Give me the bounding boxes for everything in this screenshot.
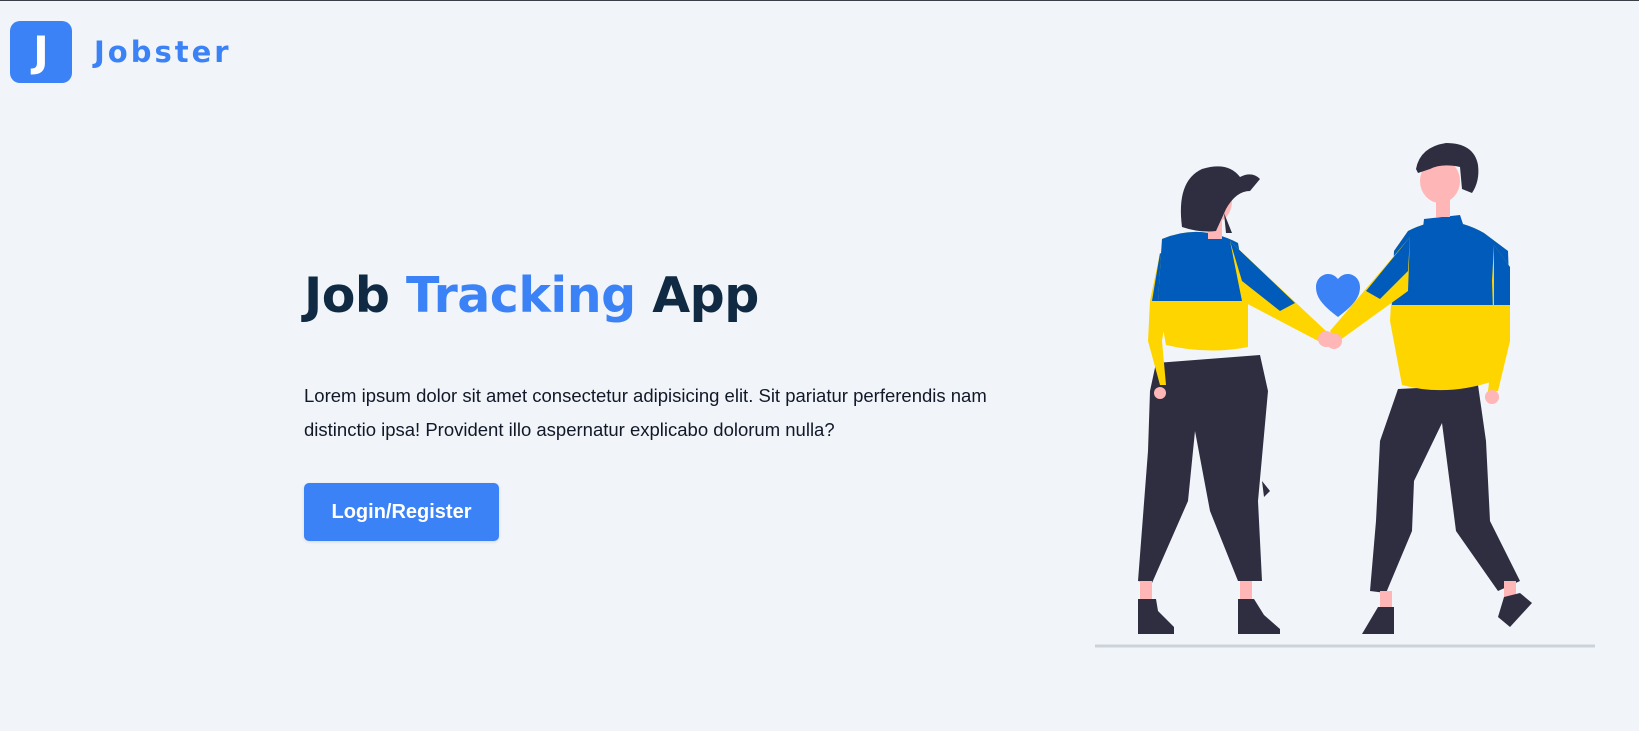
login-register-button[interactable]: Login/Register (304, 483, 499, 541)
logo-text[interactable]: Jobster (94, 35, 232, 69)
hero-info: Job Tracking App Lorem ipsum dolor sit a… (304, 267, 1024, 541)
man-figure (1326, 143, 1532, 634)
title-part-job: Job (304, 267, 407, 324)
logo-letter: J (33, 27, 49, 76)
page-title: Job Tracking App (304, 267, 1024, 326)
hero-illustration (1095, 143, 1595, 648)
title-accent: Tracking (406, 267, 636, 324)
title-part-app: App (635, 267, 759, 324)
hero-description: Lorem ipsum dolor sit amet consectetur a… (304, 385, 987, 440)
logo-icon[interactable]: J (10, 21, 72, 83)
navbar: J Jobster (10, 21, 232, 83)
woman-figure (1138, 166, 1334, 634)
